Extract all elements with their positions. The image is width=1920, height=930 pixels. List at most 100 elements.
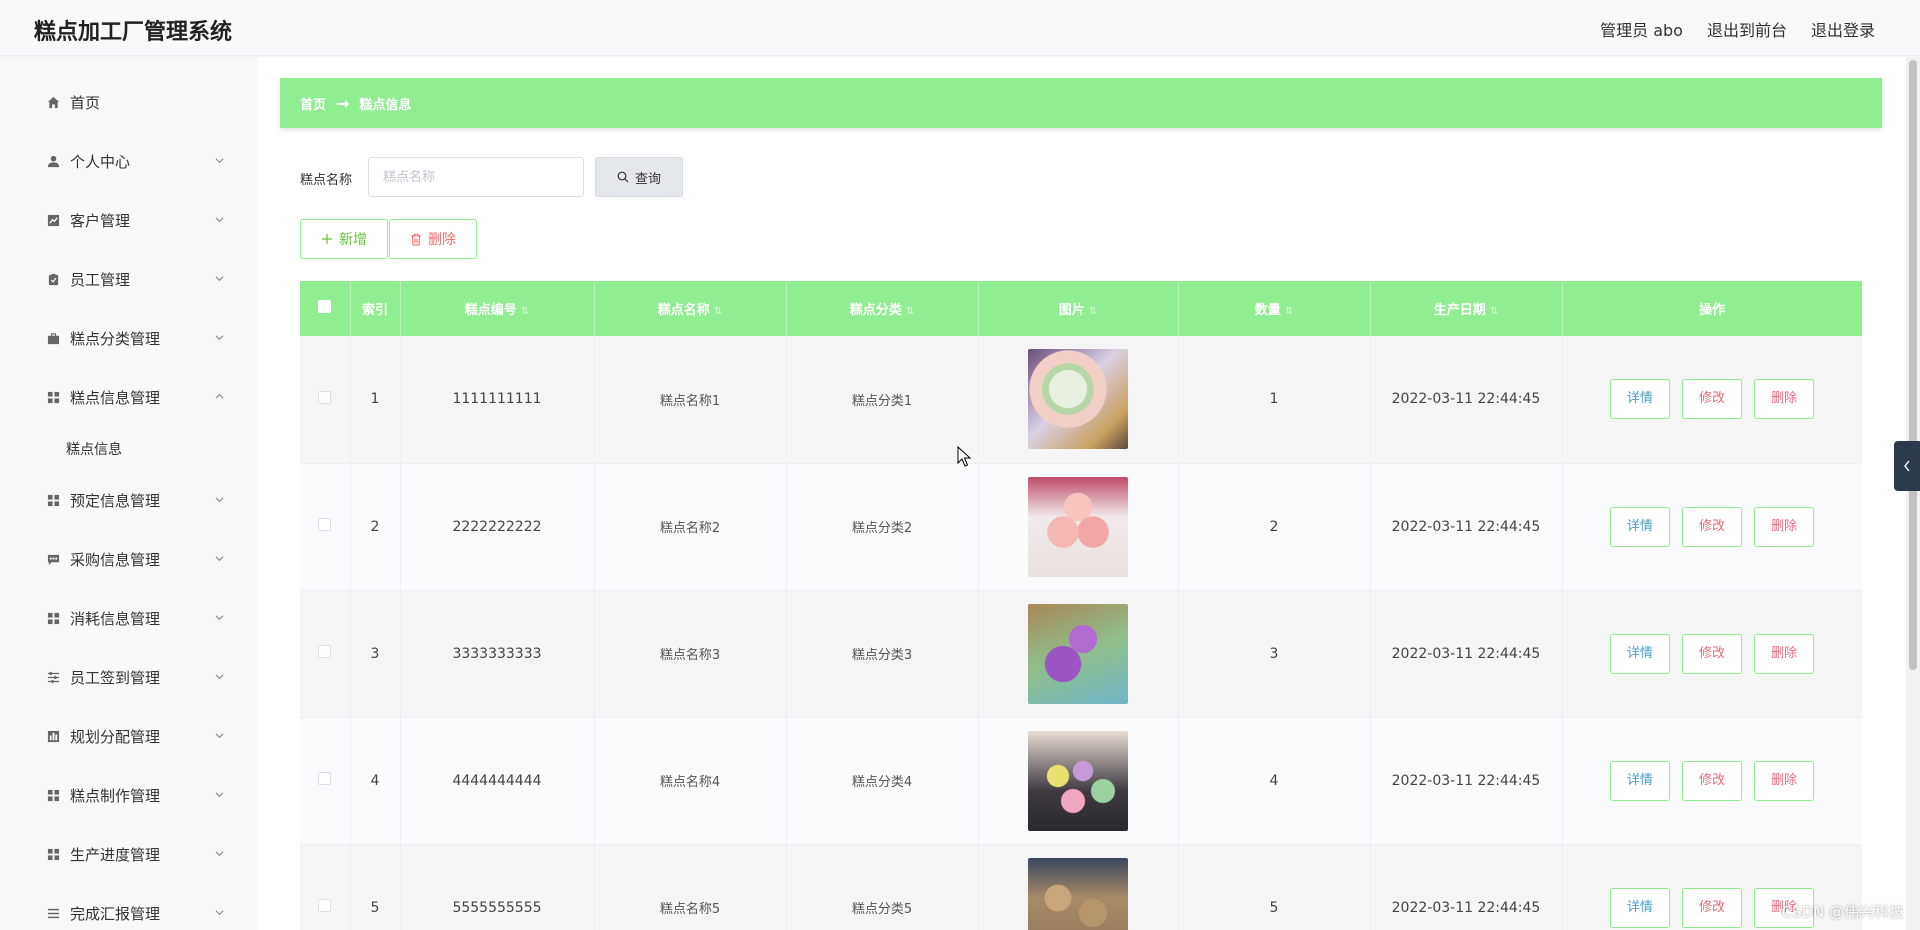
cell-name: 糕点名称1 <box>594 336 787 464</box>
sort-icon[interactable]: ⇅ <box>521 306 529 317</box>
edit-button[interactable]: 修改 <box>1682 887 1742 928</box>
edit-button[interactable]: 修改 <box>1682 760 1742 801</box>
chevron-down-icon <box>215 276 224 282</box>
cell-image <box>978 844 1179 930</box>
cake-thumbnail[interactable] <box>1028 857 1128 930</box>
admin-user-link[interactable]: 管理员 abo <box>1600 17 1683 41</box>
column-header-quantity[interactable]: 数量 ⇅ <box>1178 281 1371 336</box>
table-row: 1 1111111111 糕点名称1 糕点分类1 1 2022-03-11 22… <box>300 336 1862 464</box>
column-header-image[interactable]: 图片 ⇅ <box>978 281 1179 336</box>
top-bar: 糕点加工厂管理系统 管理员 abo 退出到前台 退出登录 <box>0 0 1920 56</box>
table-row: 3 3333333333 糕点名称3 糕点分类3 3 2022-03-11 22… <box>300 590 1862 718</box>
sidebar-item-label: 消耗信息管理 <box>70 610 161 628</box>
cell-quantity: 2 <box>1178 463 1371 591</box>
select-all-header[interactable] <box>300 281 351 336</box>
column-header-category[interactable]: 糕点分类 ⇅ <box>786 281 979 336</box>
sidebar-item-personal-center[interactable]: 个人中心 <box>26 132 234 191</box>
sidebar-item-progress[interactable]: 生产进度管理 <box>26 825 234 884</box>
cell-image <box>978 717 1179 845</box>
sidebar-item-label: 完成汇报管理 <box>70 905 161 923</box>
sidebar-item-home[interactable]: 首页 <box>26 73 234 132</box>
scrollbar-thumb[interactable] <box>1909 60 1917 670</box>
cell-index: 3 <box>350 590 401 718</box>
delete-button[interactable]: 删除 <box>1754 506 1815 547</box>
edit-button[interactable]: 修改 <box>1682 633 1742 674</box>
cake-thumbnail[interactable] <box>1028 603 1128 704</box>
row-checkbox[interactable] <box>318 899 332 912</box>
detail-button[interactable]: 详情 <box>1609 633 1670 674</box>
cell-name: 糕点名称2 <box>594 463 787 591</box>
sidebar-item-report[interactable]: 完成汇报管理 <box>26 884 234 930</box>
column-header-code[interactable]: 糕点编号 ⇅ <box>400 281 595 336</box>
cake-thumbnail[interactable] <box>1028 349 1128 450</box>
select-all-checkbox[interactable] <box>318 300 332 313</box>
breadcrumb-home[interactable]: 首页 <box>300 94 326 113</box>
sidebar-item-signin[interactable]: 员工签到管理 <box>26 648 234 707</box>
detail-button[interactable]: 详情 <box>1609 379 1670 420</box>
edit-button[interactable]: 修改 <box>1682 506 1742 547</box>
exit-to-frontend-link[interactable]: 退出到前台 <box>1707 17 1787 41</box>
cell-actions: 详情 修改 删除 <box>1562 590 1862 718</box>
cell-category: 糕点分类3 <box>786 590 979 718</box>
collapse-panel-toggle[interactable] <box>1894 441 1920 491</box>
sidebar-item-employee[interactable]: 员工管理 <box>26 250 234 309</box>
column-header-name[interactable]: 糕点名称 ⇅ <box>594 281 787 336</box>
cake-name-search-input[interactable] <box>368 157 584 197</box>
breadcrumb-arrow-icon: → <box>336 93 350 113</box>
cake-thumbnail[interactable] <box>1028 476 1128 577</box>
cell-index: 4 <box>350 717 401 845</box>
sidebar-item-purchase[interactable]: 采购信息管理 <box>26 530 234 589</box>
list-icon <box>46 907 60 921</box>
delete-button[interactable]: 删除 <box>1754 379 1815 420</box>
main-content: 首页 → 糕点信息 糕点名称 查询 新增 删除 索引 糕点编号⇅ 糕点名称⇅ <box>258 57 1914 930</box>
message-icon <box>46 553 60 567</box>
detail-button[interactable]: 详情 <box>1609 887 1670 928</box>
sort-icon[interactable]: ⇅ <box>1089 306 1097 317</box>
cell-date: 2022-03-11 22:44:45 <box>1370 590 1563 718</box>
delete-button[interactable]: 删除 <box>1754 633 1815 674</box>
chevron-down-icon <box>215 158 224 164</box>
sidebar-item-cake-category[interactable]: 糕点分类管理 <box>26 309 234 368</box>
column-header-date[interactable]: 生产日期 ⇅ <box>1370 281 1563 336</box>
row-checkbox[interactable] <box>318 518 332 531</box>
sidebar-item-reservation[interactable]: 预定信息管理 <box>26 471 234 530</box>
sort-icon[interactable]: ⇅ <box>714 306 722 317</box>
sidebar-item-planning[interactable]: 规划分配管理 <box>26 707 234 766</box>
briefcase-icon <box>46 332 60 346</box>
sidebar-item-consumption[interactable]: 消耗信息管理 <box>26 589 234 648</box>
delete-button[interactable]: 删除 <box>1754 760 1815 801</box>
sidebar-subitem-cake-info[interactable]: 糕点信息 <box>26 427 234 471</box>
cell-code: 5555555555 <box>400 844 595 930</box>
sort-icon[interactable]: ⇅ <box>1285 306 1293 317</box>
logout-link[interactable]: 退出登录 <box>1811 17 1875 41</box>
cell-image <box>978 336 1179 464</box>
row-checkbox[interactable] <box>318 772 332 785</box>
sidebar-item-customer[interactable]: 客户管理 <box>26 191 234 250</box>
detail-button[interactable]: 详情 <box>1609 506 1670 547</box>
batch-delete-button[interactable]: 删除 <box>389 219 477 259</box>
sidebar-item-label: 规划分配管理 <box>70 728 161 746</box>
sidebar-item-label: 糕点制作管理 <box>70 787 161 805</box>
row-checkbox[interactable] <box>318 645 332 658</box>
cell-name: 糕点名称5 <box>594 844 787 930</box>
edit-button[interactable]: 修改 <box>1682 379 1742 420</box>
chevron-down-icon <box>215 335 224 341</box>
search-button[interactable]: 查询 <box>595 157 683 197</box>
sort-icon[interactable]: ⇅ <box>906 306 914 317</box>
sidebar-item-production[interactable]: 糕点制作管理 <box>26 766 234 825</box>
chevron-down-icon <box>215 792 224 798</box>
cell-name: 糕点名称4 <box>594 717 787 845</box>
sidebar-item-cake-info[interactable]: 糕点信息管理 <box>26 368 234 427</box>
row-checkbox[interactable] <box>318 390 332 404</box>
cell-code: 3333333333 <box>400 590 595 718</box>
add-button[interactable]: 新增 <box>300 219 388 259</box>
cake-thumbnail[interactable] <box>1028 730 1128 831</box>
sort-icon[interactable]: ⇅ <box>1490 306 1498 317</box>
breadcrumb-current: 糕点信息 <box>359 97 412 113</box>
sidebar-item-label: 个人中心 <box>70 153 131 171</box>
detail-button[interactable]: 详情 <box>1609 760 1670 801</box>
sidebar-item-label: 员工签到管理 <box>70 669 161 687</box>
search-icon <box>617 171 629 183</box>
table-header-row: 索引 糕点编号 ⇅ 糕点名称 ⇅ 糕点分类 ⇅ 图片 ⇅ 数量 ⇅ 生产日期 ⇅ 操作 <box>300 281 1862 336</box>
page-scrollbar[interactable] <box>1906 57 1920 930</box>
